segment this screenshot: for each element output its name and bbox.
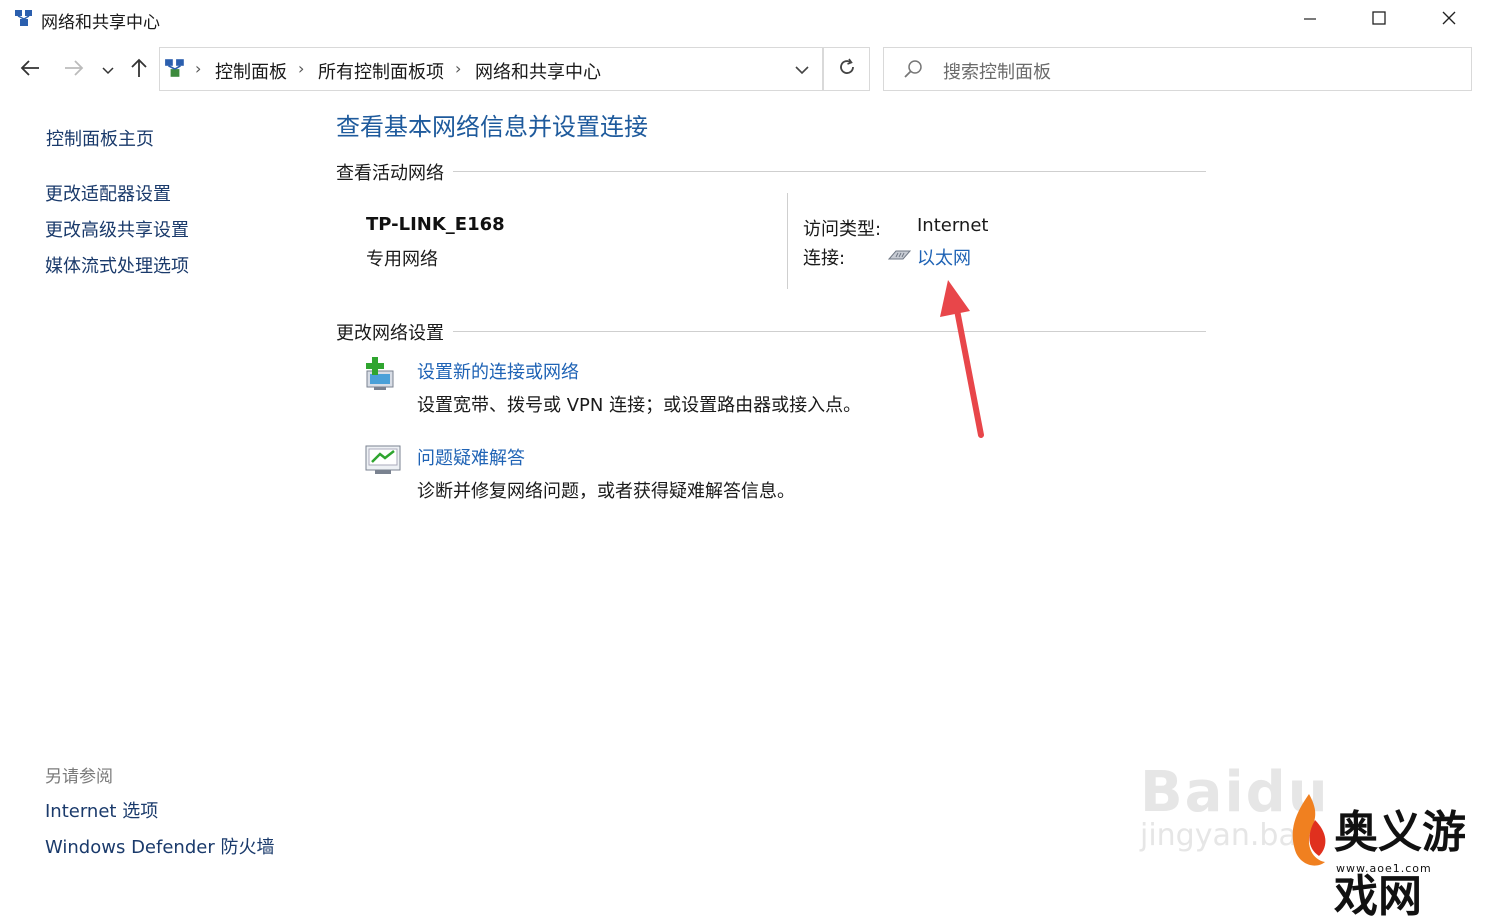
section-active-networks: 查看活动网络: [336, 163, 444, 184]
close-button[interactable]: [1414, 0, 1484, 40]
task-new-connection-desc: 设置宽带、拨号或 VPN 连接；或设置路由器或接入点。: [417, 395, 862, 416]
network-center-icon: [14, 8, 34, 28]
back-button[interactable]: [17, 56, 43, 84]
search-input[interactable]: 搜索控制面板: [943, 58, 1051, 84]
refresh-icon: [837, 57, 857, 81]
jingyan-watermark: jingyan.ba: [1140, 818, 1297, 853]
task-troubleshoot-link[interactable]: 问题疑难解答: [417, 444, 525, 470]
control-panel-icon: [164, 57, 186, 83]
breadcrumb-all-items[interactable]: 所有控制面板项: [318, 58, 444, 84]
connection-label: 连接:: [803, 248, 846, 269]
sidebar-link-internet-options[interactable]: Internet 选项: [45, 797, 158, 823]
task-troubleshoot-desc: 诊断并修复网络问题，或者获得疑难解答信息。: [417, 481, 795, 502]
close-icon: [1441, 10, 1457, 30]
sidebar-link-firewall[interactable]: Windows Defender 防火墙: [45, 833, 274, 859]
forward-arrow-icon: [63, 59, 85, 81]
address-dropdown-button[interactable]: [781, 47, 823, 91]
watermark-url: www.aoe1.com: [1336, 862, 1432, 875]
ethernet-icon: [886, 247, 912, 267]
search-icon: [902, 58, 924, 84]
up-arrow-icon: [130, 57, 148, 83]
sidebar-item-advanced-sharing[interactable]: 更改高级共享设置: [45, 216, 189, 242]
sidebar-item-media-streaming[interactable]: 媒体流式处理选项: [45, 252, 189, 278]
network-profile[interactable]: 专用网络: [366, 245, 438, 271]
see-also-title: 另请参阅: [45, 767, 113, 787]
up-button[interactable]: [126, 56, 152, 84]
section-divider: [453, 331, 1206, 332]
page-title: 查看基本网络信息并设置连接: [336, 113, 648, 141]
window-title: 网络和共享中心: [41, 13, 160, 33]
breadcrumb-network-center[interactable]: 网络和共享中心: [475, 58, 601, 84]
title-bar: 网络和共享中心: [0, 0, 1485, 40]
dropdown-chevron-icon: [794, 60, 810, 79]
section-change-settings: 更改网络设置: [336, 323, 444, 344]
breadcrumb-separator: ›: [298, 59, 305, 78]
maximize-icon: [1371, 10, 1387, 30]
section-divider: [453, 171, 1206, 172]
access-type-label: 访问类型:: [803, 219, 882, 240]
maximize-button[interactable]: [1344, 0, 1414, 40]
breadcrumb-control-panel[interactable]: 控制面板: [215, 58, 287, 84]
flame-logo-icon: [1292, 794, 1326, 866]
vertical-divider: [787, 193, 788, 289]
new-connection-icon: [364, 355, 404, 397]
network-name: TP-LINK_E168: [366, 214, 505, 235]
sidebar-home-link[interactable]: 控制面板主页: [46, 125, 154, 151]
ethernet-connection-link[interactable]: 以太网: [917, 244, 971, 270]
red-arrow-annotation: [940, 280, 984, 438]
recent-chevron-icon: [102, 61, 114, 80]
breadcrumb-separator: ›: [195, 59, 202, 78]
troubleshoot-icon: [365, 444, 403, 480]
breadcrumb-separator: ›: [455, 59, 462, 78]
refresh-button[interactable]: [823, 47, 870, 91]
minimize-icon: [1302, 10, 1318, 30]
forward-button[interactable]: [61, 56, 87, 84]
watermark-logo-text: 奥义游戏网: [1334, 807, 1466, 922]
access-type-value: Internet: [917, 215, 989, 236]
recent-locations-button[interactable]: [97, 56, 119, 84]
minimize-button[interactable]: [1275, 0, 1345, 40]
task-new-connection-link[interactable]: 设置新的连接或网络: [417, 358, 579, 384]
back-arrow-icon: [19, 59, 41, 81]
sidebar-item-adapter-settings[interactable]: 更改适配器设置: [45, 180, 171, 206]
